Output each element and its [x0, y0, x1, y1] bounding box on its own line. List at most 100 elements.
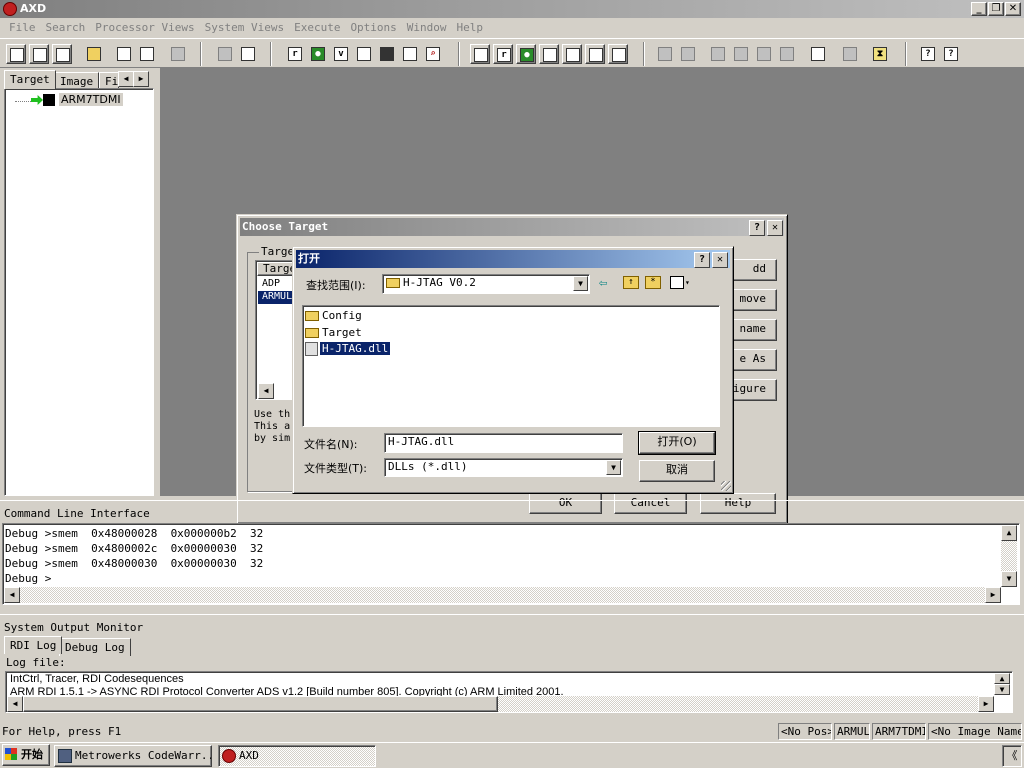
tab-scroll-right-icon[interactable]: ▶ — [133, 71, 149, 87]
scroll-up-icon[interactable]: ▲ — [1001, 525, 1017, 541]
file-list[interactable]: Config Target H-JTAG.dll — [302, 305, 720, 427]
step-in-icon[interactable] — [708, 44, 728, 64]
tab-target[interactable]: Target — [4, 70, 56, 89]
status-image: <No Image Name> — [928, 723, 1022, 740]
open-cancel-button[interactable]: 取消 — [639, 460, 715, 482]
task-label: Metrowerks CodeWarr... — [75, 749, 212, 762]
log-scroll-thumb[interactable] — [23, 696, 498, 712]
stack-icon[interactable] — [377, 44, 397, 64]
scroll-right-icon[interactable]: ▶ — [985, 587, 1001, 603]
stop-icon[interactable] — [678, 44, 698, 64]
whats-this-icon[interactable]: ? — [941, 44, 961, 64]
task-axd[interactable]: AXD — [218, 745, 376, 767]
minimize-button[interactable]: _ — [971, 2, 987, 16]
log-scroll-right-icon[interactable]: ▶ — [978, 696, 994, 712]
restore-button[interactable]: ❐ — [988, 2, 1004, 16]
log-scroll-left-icon[interactable]: ◀ — [7, 696, 23, 712]
local-vars-icon[interactable] — [585, 44, 605, 64]
info-line-3: by sim — [254, 433, 291, 444]
chevron-down-icon[interactable]: ▼ — [573, 276, 588, 291]
breakpoint-icon[interactable] — [808, 44, 828, 64]
copy-icon[interactable] — [215, 44, 235, 64]
vertical-scrollbar[interactable] — [1001, 541, 1017, 571]
help-icon[interactable]: ? — [918, 44, 938, 64]
watchpoint-icon[interactable] — [840, 44, 860, 64]
src-view-icon[interactable] — [470, 44, 490, 64]
back-arrow-icon[interactable]: ⇦ — [599, 276, 607, 290]
open-folder-icon[interactable] — [84, 44, 104, 64]
registers-icon[interactable]: r — [285, 44, 305, 64]
up-folder-icon[interactable]: ↑ — [623, 276, 639, 289]
dialog-help-icon[interactable]: ? — [749, 220, 765, 236]
hourglass-icon[interactable]: ⧗ — [870, 44, 890, 64]
look-in-label: 查找范围(I): — [306, 279, 366, 292]
search-icon[interactable]: ⌕ — [423, 44, 443, 64]
new-icon[interactable] — [6, 44, 26, 64]
load-image-icon[interactable] — [114, 44, 134, 64]
dialog-close-icon[interactable]: ✕ — [767, 220, 783, 236]
horizontal-scrollbar[interactable] — [20, 587, 985, 603]
open-help-icon[interactable]: ? — [694, 252, 710, 268]
log-output[interactable]: IntCtrl, Tracer, RDI Codesequences ARM R… — [5, 671, 1013, 713]
new-folder-icon[interactable]: * — [645, 276, 661, 289]
menu-execute[interactable]: Execute — [289, 19, 345, 37]
reload-image-icon[interactable] — [137, 44, 157, 64]
task-metrowerks[interactable]: Metrowerks CodeWarr... — [54, 745, 212, 767]
go-icon[interactable] — [655, 44, 675, 64]
variables-icon[interactable]: v — [331, 44, 351, 64]
view-menu-chevron-icon[interactable]: ▾ — [685, 278, 690, 287]
log-scroll-up-icon[interactable]: ▲ — [994, 673, 1010, 684]
processor-chip-icon — [43, 94, 55, 106]
open-dialog-title: 打开 — [296, 250, 730, 268]
file-item-target[interactable]: Target — [305, 326, 362, 339]
step-out-icon[interactable] — [754, 44, 774, 64]
scroll-down-icon[interactable]: ▼ — [1001, 571, 1017, 587]
menu-options[interactable]: Options — [345, 19, 401, 37]
tray-expand-icon[interactable]: 《 — [1002, 745, 1022, 767]
log-scroll-down-icon[interactable]: ▼ — [994, 684, 1010, 695]
menu-search[interactable]: Search — [41, 19, 91, 37]
disassembly-icon[interactable] — [400, 44, 420, 64]
scroll-left-icon[interactable]: ◀ — [4, 587, 20, 603]
step-icon[interactable] — [731, 44, 751, 64]
tab-scroll-left-icon[interactable]: ◀ — [118, 71, 134, 87]
watch-icon[interactable] — [354, 44, 374, 64]
look-in-dropdown[interactable]: H-JTAG V0.2 ▼ — [382, 274, 590, 294]
filename-label: 文件名(N): — [304, 438, 358, 451]
mem-view-icon[interactable]: ● — [516, 44, 536, 64]
tab-rdi-log[interactable]: RDI Log — [4, 636, 63, 654]
resize-grip-icon[interactable] — [721, 481, 731, 491]
filetype-dropdown[interactable]: DLLs (*.dll) ▼ — [384, 458, 623, 477]
chevron-down-icon[interactable]: ▼ — [606, 460, 621, 475]
menu-help[interactable]: Help — [452, 19, 489, 37]
menu-processor-views[interactable]: Processor Views — [90, 19, 199, 37]
save-icon[interactable] — [52, 44, 72, 64]
memory-icon[interactable]: ● — [308, 44, 328, 64]
regs-view-icon[interactable]: r — [493, 44, 513, 64]
menu-system-views[interactable]: System Views — [200, 19, 289, 37]
view-menu-icon[interactable] — [670, 276, 684, 289]
open-close-icon[interactable]: ✕ — [712, 252, 728, 268]
close-button[interactable]: ✕ — [1005, 2, 1021, 16]
log-horizontal-scrollbar[interactable] — [498, 696, 978, 712]
open-project-icon[interactable] — [29, 44, 49, 64]
tree-item-arm7tdmi[interactable]: ARM7TDMI — [59, 93, 123, 106]
disabled-icon[interactable] — [168, 44, 188, 64]
lowlevel-view-icon[interactable] — [539, 44, 559, 64]
menu-file[interactable]: File — [4, 19, 41, 37]
tab-debug-log[interactable]: Debug Log — [59, 638, 131, 656]
file-item-config[interactable]: Config — [305, 309, 362, 322]
list-item-adp[interactable]: ADP — [262, 278, 280, 289]
run-to-cursor-icon[interactable] — [777, 44, 797, 64]
list-scroll-left-icon[interactable]: ◀ — [258, 383, 274, 399]
cli-output[interactable]: Debug >smem 0x48000028 0x000000b2 32 Deb… — [2, 523, 1020, 605]
globals-icon[interactable] — [608, 44, 628, 64]
axd-app-icon[interactable] — [3, 2, 17, 16]
status-processor: ARM7TDMI — [872, 723, 926, 740]
console-view-icon[interactable] — [562, 44, 582, 64]
menu-window[interactable]: Window — [402, 19, 452, 37]
find-icon[interactable] — [238, 44, 258, 64]
open-button[interactable]: 打开(O) — [638, 431, 716, 455]
filename-input[interactable]: H-JTAG.dll — [384, 433, 623, 453]
file-item-hjtag-dll[interactable]: H-JTAG.dll — [305, 341, 392, 356]
